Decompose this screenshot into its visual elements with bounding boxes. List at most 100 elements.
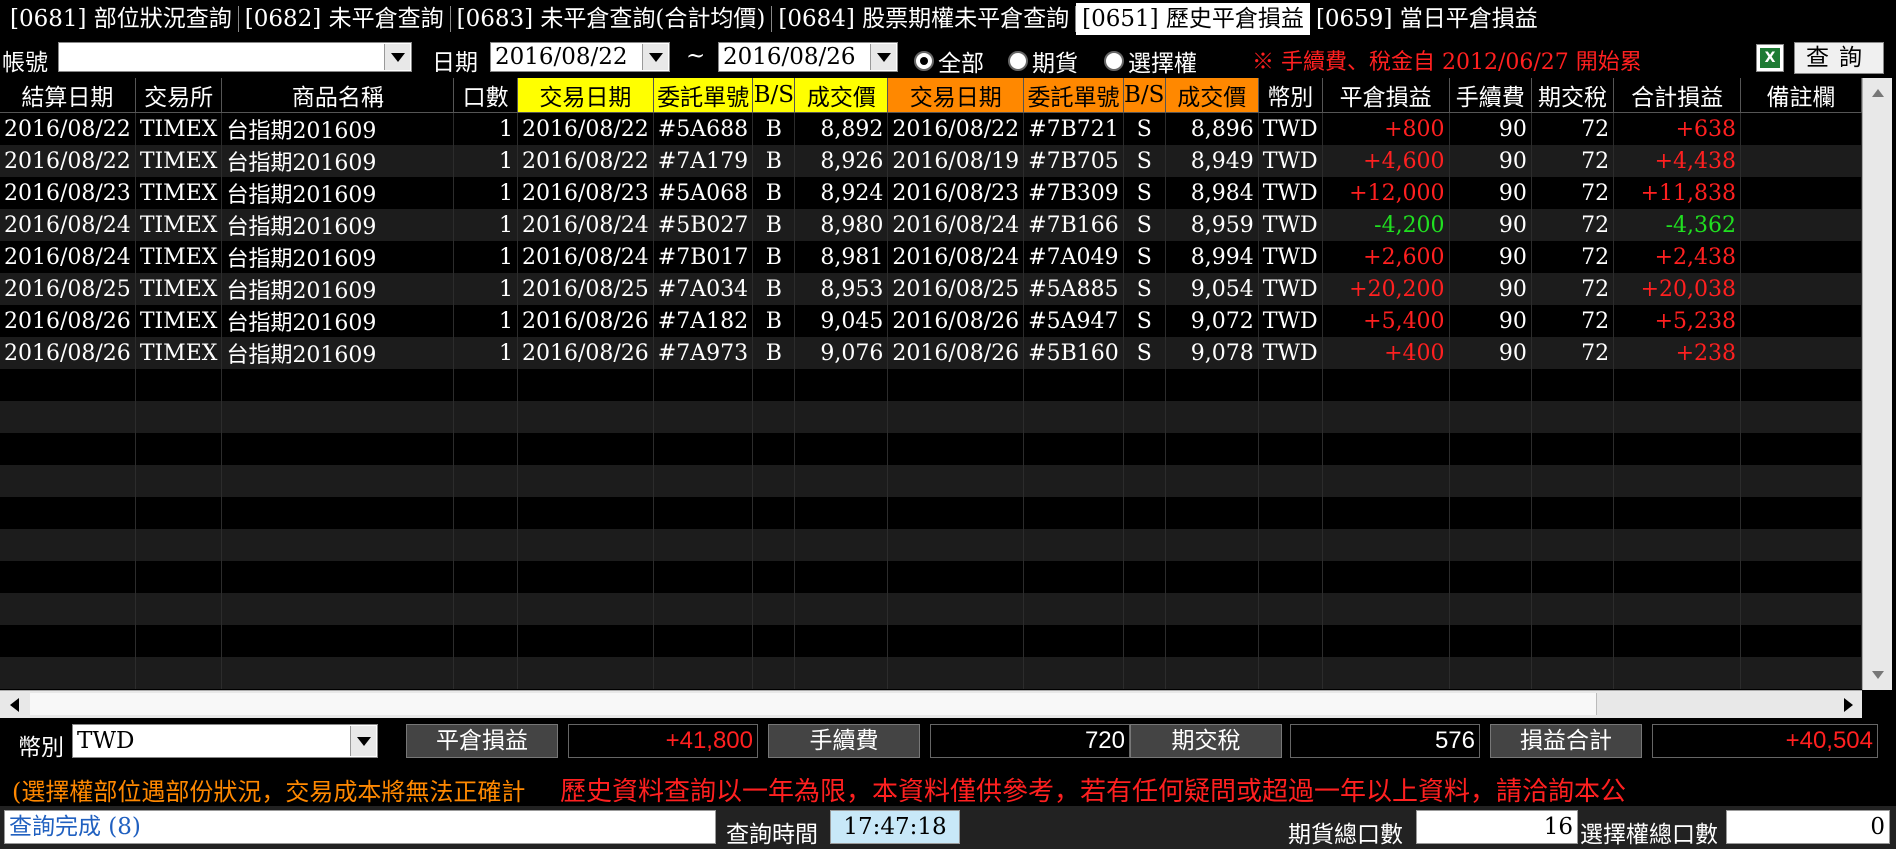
column-header-exchange[interactable]: 交易所 [135, 78, 223, 113]
export-excel-button[interactable]: X [1756, 44, 1784, 72]
column-header-total-pnl[interactable]: 合計損益 [1613, 78, 1741, 113]
column-header-close-price[interactable]: 成交價 [1165, 78, 1259, 113]
table-row[interactable]: 2016/08/22 TIMEX 台指期201609 1 2016/08/22 #7A17… [0, 145, 1862, 177]
empty-row [0, 465, 1862, 497]
cell-tax: 72 [1531, 241, 1615, 273]
empty-cell [1449, 401, 1532, 433]
cell-product-name: 台指期201609 [221, 241, 455, 273]
column-header-open-bs[interactable]: B/S [752, 78, 796, 113]
empty-cell [221, 625, 455, 657]
radio-options[interactable]: 選擇權 [1104, 44, 1197, 78]
cell-tax: 72 [1531, 305, 1615, 337]
account-select[interactable] [58, 42, 412, 72]
empty-cell [794, 593, 889, 625]
cell-open-bs: B [752, 273, 796, 305]
chevron-down-icon[interactable] [870, 44, 896, 70]
query-button[interactable]: 查詢 [1794, 42, 1884, 74]
empty-cell [1449, 593, 1532, 625]
cell-open-bs: B [752, 209, 796, 241]
radio-unselected-icon[interactable] [1008, 51, 1028, 71]
scroll-thumb[interactable] [30, 693, 1597, 715]
radio-unselected-icon[interactable] [1104, 51, 1124, 71]
table-row[interactable]: 2016/08/26 TIMEX 台指期201609 1 2016/08/26 #7A97… [0, 337, 1862, 369]
vertical-scrollbar[interactable] [1862, 78, 1892, 690]
cell-open-price: 8,953 [794, 273, 889, 305]
notice-marquee: (選擇權部位遇部份狀況，交易成本將無法正確計 歷史資料查詢以一年為限，本資料僅供… [0, 766, 1896, 806]
cell-open-bs: B [752, 145, 796, 177]
column-header-product-name[interactable]: 商品名稱 [221, 78, 455, 113]
empty-cell [1531, 561, 1615, 593]
tab-0683[interactable]: [0683] 未平倉查詢(合計均價) [451, 3, 772, 35]
scroll-down-icon[interactable] [1863, 662, 1892, 688]
column-header-open-trade-date[interactable]: 交易日期 [517, 78, 654, 113]
empty-cell [1258, 625, 1323, 657]
empty-cell [135, 401, 223, 433]
cell-remarks [1740, 177, 1862, 209]
cell-fee: 90 [1449, 177, 1532, 209]
cell-fee: 90 [1449, 337, 1532, 369]
empty-cell [752, 625, 796, 657]
table-row[interactable]: 2016/08/24 TIMEX 台指期201609 1 2016/08/24 #7B01… [0, 241, 1862, 273]
column-header-remarks[interactable]: 備註欄 [1740, 78, 1862, 113]
table-row[interactable]: 2016/08/25 TIMEX 台指期201609 1 2016/08/25 #7A03… [0, 273, 1862, 305]
cell-close-trade-date: 2016/08/26 [887, 305, 1025, 337]
column-header-close-pnl[interactable]: 平倉損益 [1322, 78, 1450, 113]
date-to-picker[interactable]: 2016/08/26 [718, 42, 898, 72]
table-row[interactable]: 2016/08/22 TIMEX 台指期201609 1 2016/08/22 #5A68… [0, 112, 1862, 145]
tab-0682[interactable]: [0682] 未平倉查詢 [239, 3, 450, 35]
column-header-lots[interactable]: 口數 [453, 78, 518, 113]
chevron-down-icon[interactable] [350, 726, 376, 756]
column-header-open-price[interactable]: 成交價 [794, 78, 889, 113]
empty-row [0, 657, 1862, 689]
empty-cell [653, 433, 754, 465]
tab-0651[interactable]: [0651] 歷史平倉損益 [1076, 3, 1310, 35]
options-count-label: 選擇權總口數 [1580, 822, 1718, 848]
empty-cell [887, 497, 1025, 529]
empty-cell [221, 401, 455, 433]
cell-remarks [1740, 337, 1862, 369]
date-from-picker[interactable]: 2016/08/22 [490, 42, 670, 72]
cell-close-order-no: #7B166 [1023, 209, 1124, 241]
status-bar: 查詢完成 (8) 查詢時間 17:47:18 期貨總口數 16 選擇權總口數 0 [0, 806, 1896, 849]
table-row[interactable]: 2016/08/26 TIMEX 台指期201609 1 2016/08/26 #7A18… [0, 305, 1862, 337]
empty-cell [1531, 497, 1615, 529]
column-header-fee[interactable]: 手續費 [1449, 78, 1532, 113]
empty-cell [0, 369, 136, 401]
empty-cell [453, 561, 518, 593]
scroll-up-icon[interactable] [1863, 80, 1892, 106]
cell-settle-date: 2016/08/26 [0, 337, 136, 369]
column-header-close-order-no[interactable]: 委託單號 [1023, 78, 1124, 113]
tab-0659[interactable]: [0659] 當日平倉損益 [1310, 3, 1544, 35]
column-header-close-trade-date[interactable]: 交易日期 [887, 78, 1025, 113]
query-toolbar: 帳號 日期 2016/08/22 ~ 2016/08/26 全部 期貨 選擇權 … [0, 38, 1896, 78]
column-header-open-order-no[interactable]: 委託單號 [653, 78, 754, 113]
radio-selected-icon[interactable] [914, 51, 934, 71]
chevron-down-icon[interactable] [642, 44, 668, 70]
table-row[interactable]: 2016/08/24 TIMEX 台指期201609 1 2016/08/24 #5B02… [0, 209, 1862, 241]
radio-futures[interactable]: 期貨 [1008, 44, 1078, 78]
tab-0681[interactable]: [0681] 部位狀況查詢 [4, 3, 238, 35]
cell-currency: TWD [1258, 305, 1323, 337]
table-row[interactable]: 2016/08/23 TIMEX 台指期201609 1 2016/08/23 #5A06… [0, 177, 1862, 209]
cell-fee: 90 [1449, 209, 1532, 241]
column-header-currency[interactable]: 幣別 [1258, 78, 1323, 113]
empty-cell [887, 593, 1025, 625]
empty-cell [1740, 369, 1862, 401]
cell-open-price: 8,924 [794, 177, 889, 209]
empty-cell [135, 497, 223, 529]
radio-all[interactable]: 全部 [914, 44, 984, 78]
column-header-tax[interactable]: 期交稅 [1531, 78, 1615, 113]
column-header-close-bs[interactable]: B/S [1123, 78, 1166, 113]
scroll-right-icon[interactable] [1834, 691, 1862, 718]
cell-currency: TWD [1258, 177, 1323, 209]
scroll-left-icon[interactable] [0, 691, 28, 718]
cell-remarks [1740, 305, 1862, 337]
empty-cell [752, 529, 796, 561]
currency-select[interactable]: TWD [72, 724, 378, 758]
column-header-settle-date[interactable]: 結算日期 [0, 78, 136, 113]
cell-close-pnl: +5,400 [1322, 305, 1450, 337]
chevron-down-icon[interactable] [384, 44, 410, 70]
summary-bar: 幣別 TWD 平倉損益 +41,800 手續費 720 期交稅 576 損益合計… [0, 718, 1896, 766]
horizontal-scrollbar[interactable] [0, 690, 1862, 718]
tab-0684[interactable]: [0684] 股票期權未平倉查詢 [772, 3, 1075, 35]
